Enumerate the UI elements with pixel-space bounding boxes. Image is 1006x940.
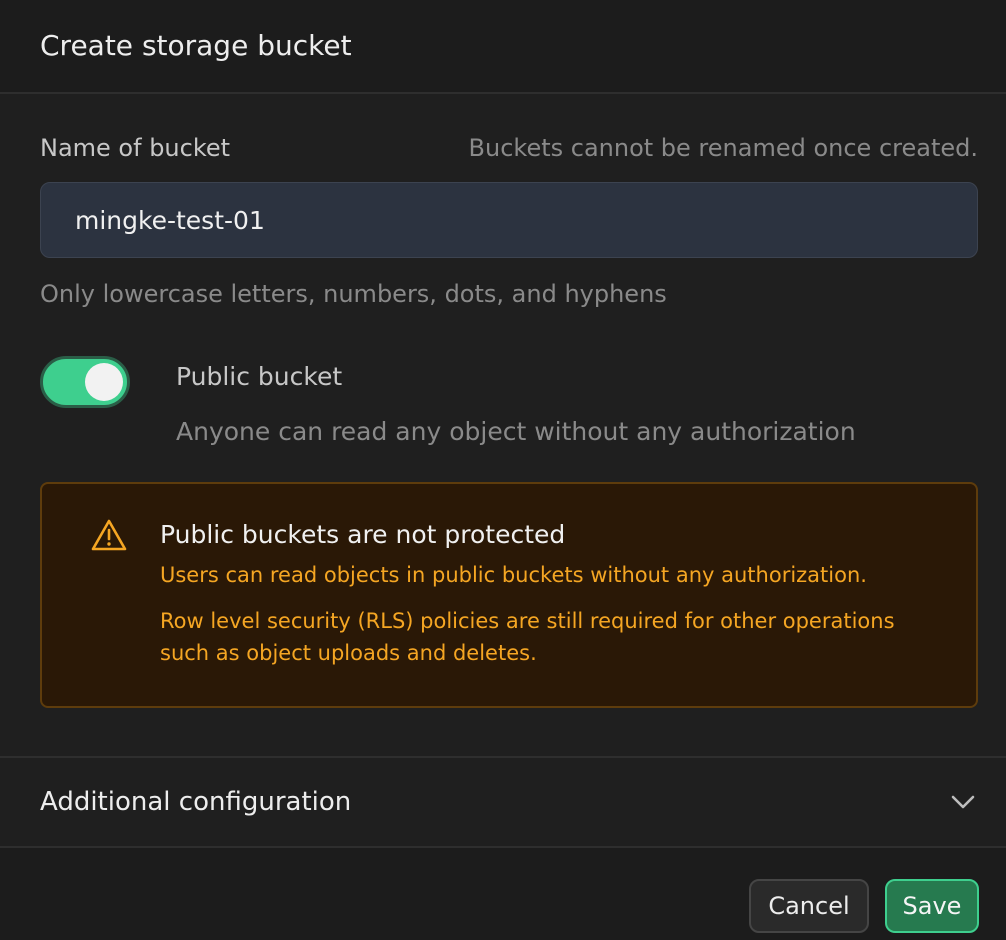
dialog-title: Create storage bucket (40, 28, 352, 62)
bucket-name-help: Only lowercase letters, numbers, dots, a… (40, 280, 667, 308)
public-bucket-label: Public bucket (176, 362, 343, 391)
public-bucket-row: Public bucket Anyone can read any object… (40, 356, 978, 446)
additional-configuration-label: Additional configuration (40, 787, 352, 817)
public-bucket-description: Anyone can read any object without any a… (176, 417, 856, 446)
bucket-name-hint: Buckets cannot be renamed once created. (468, 134, 978, 162)
public-bucket-warning: Public buckets are not protected Users c… (40, 482, 978, 708)
warning-content: Public buckets are not protected Users c… (160, 518, 895, 706)
dialog-body: Name of bucket Buckets cannot be renamed… (0, 130, 1006, 708)
dialog-footer: Cancel Save (0, 848, 1006, 940)
bucket-name-label-row: Name of bucket Buckets cannot be renamed… (40, 130, 978, 166)
warning-line-2b: such as object uploads and deletes. (160, 641, 537, 665)
create-bucket-dialog: Create storage bucket Name of bucket Buc… (0, 0, 1006, 940)
chevron-down-icon (951, 795, 975, 809)
bucket-name-label: Name of bucket (40, 134, 231, 162)
toggle-knob (85, 363, 123, 401)
save-button[interactable]: Save (885, 879, 979, 933)
bucket-name-input[interactable]: mingke-test-01 (40, 182, 978, 258)
warning-line-1: Users can read objects in public buckets… (160, 563, 867, 587)
dialog-header: Create storage bucket (0, 0, 1006, 94)
bucket-name-value: mingke-test-01 (75, 205, 265, 235)
public-bucket-text: Public bucket Anyone can read any object… (176, 356, 856, 446)
public-bucket-toggle[interactable] (40, 356, 130, 408)
warning-triangle-icon (91, 519, 127, 551)
additional-configuration-toggle[interactable]: Additional configuration (0, 758, 1006, 846)
warning-title: Public buckets are not protected (160, 520, 566, 549)
warning-line-2a: Row level security (RLS) policies are st… (160, 609, 895, 633)
cancel-button[interactable]: Cancel (749, 879, 869, 933)
